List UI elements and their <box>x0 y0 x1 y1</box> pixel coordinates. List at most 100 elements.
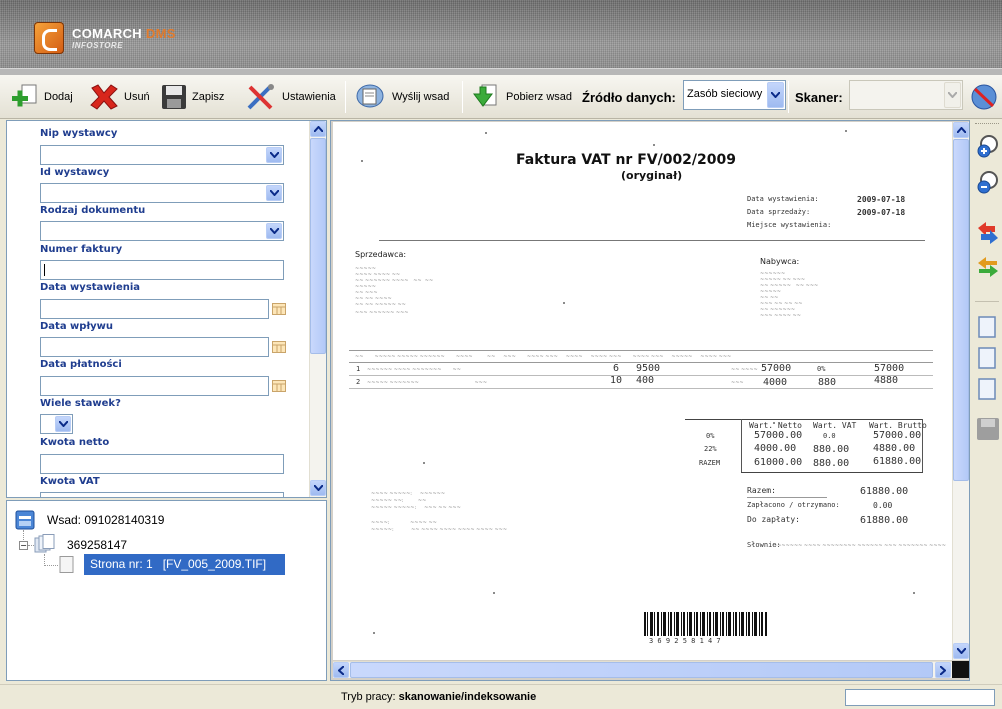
add-button-label: Dodaj <box>44 91 73 103</box>
scroll-left-icon[interactable] <box>333 662 349 678</box>
nip-select[interactable] <box>40 145 284 165</box>
summary-header: Wart. Netto <box>749 421 802 430</box>
rotate-icon[interactable] <box>975 220 1001 246</box>
issue-date-input[interactable] <box>40 299 269 319</box>
page-node-selected[interactable]: Strona nr: 1 [FV_005_2009.TIF] <box>84 554 285 575</box>
summary-header: Wart. Brutto <box>869 421 927 430</box>
field-label: Id wystawcy <box>40 167 110 178</box>
payment-date-input[interactable] <box>40 376 269 396</box>
total-underline <box>747 497 827 498</box>
field-label: Wiele stawek? <box>40 398 121 409</box>
add-button[interactable]: Dodaj <box>10 75 73 119</box>
multiple-rates-select[interactable] <box>40 414 73 434</box>
batch-tree-panel: Wsad: 091028140319 − 369258147 Strona nr… <box>6 500 327 681</box>
send-globe-icon <box>356 84 384 108</box>
item-qty: 10 <box>610 375 623 386</box>
field-label: Data płatności <box>40 359 122 370</box>
barcode-icon <box>644 612 767 636</box>
scroll-right-icon[interactable] <box>935 662 951 678</box>
chevron-down-icon[interactable] <box>767 82 784 108</box>
zoom-out-icon[interactable] <box>975 170 1001 196</box>
sale-date-label: Data sprzedaży: <box>747 208 811 216</box>
comarch-logo-icon <box>34 22 64 54</box>
summary-vat: 880.00 <box>813 444 850 455</box>
settings-button[interactable]: Ustawienia <box>244 75 336 119</box>
summary-rate: 0% <box>706 432 715 440</box>
chevron-down-icon[interactable] <box>266 147 282 163</box>
send-batch-button[interactable]: Wyślij wsad <box>354 75 449 119</box>
chevron-down-icon[interactable] <box>55 416 71 432</box>
batch-node-label[interactable]: Wsad: 091028140319 <box>47 513 164 527</box>
page-icon <box>59 556 74 573</box>
swap-icon[interactable] <box>975 254 1001 280</box>
document-type-select[interactable] <box>40 221 284 241</box>
place-label: Miejsce wystawienia: <box>747 221 832 229</box>
collapse-icon[interactable]: − <box>19 541 28 550</box>
invoice-subtitle: (oryginał) <box>621 169 683 182</box>
scan-noise <box>913 592 915 594</box>
scroll-thumb[interactable] <box>350 662 933 678</box>
work-mode: Tryb pracy: skanowanie/indeksowanie <box>341 691 536 703</box>
data-source-value: Zasób sieciowy <box>687 88 763 100</box>
net-amount-input[interactable] <box>40 454 284 474</box>
invoice-title: Faktura VAT nr FV/002/2009 <box>516 152 737 168</box>
scroll-up-icon[interactable] <box>310 121 326 137</box>
scroll-up-icon[interactable] <box>953 122 969 138</box>
form-scrollbar[interactable] <box>309 121 326 497</box>
viewer-vscrollbar[interactable] <box>952 122 969 660</box>
calendar-icon[interactable] <box>272 380 286 392</box>
save-page-icon[interactable] <box>975 416 1001 442</box>
scanner-settings-button[interactable] <box>970 75 998 119</box>
floppy-disk-icon <box>162 85 186 109</box>
header-divider <box>0 68 1002 75</box>
summary-net: 61000.00 <box>754 457 803 468</box>
index-form-panel: Nip wystawcy Id wystawcy Rodzaj dokument… <box>6 120 327 498</box>
field-label: Data wpływu <box>40 321 114 332</box>
page-node-label: Strona nr: 1 [FV_005_2009.TIF] <box>90 557 267 571</box>
scroll-down-icon[interactable] <box>310 480 326 496</box>
calendar-icon[interactable] <box>272 303 286 315</box>
summary-rule <box>685 419 923 420</box>
fetch-batch-button[interactable]: Pobierz wsad <box>470 75 572 119</box>
issuer-id-select[interactable] <box>40 183 284 203</box>
work-mode-label: Tryb pracy: <box>341 691 396 703</box>
to-pay-label: Do zapłaty: <box>747 515 800 524</box>
page-width-icon[interactable] <box>975 345 1001 371</box>
field-label: Kwota netto <box>40 437 110 448</box>
summary-net: 57000.00 <box>754 430 803 441</box>
chevron-down-icon[interactable] <box>266 185 282 201</box>
scanner-select[interactable] <box>849 80 963 110</box>
toolbar-separator <box>462 81 463 113</box>
to-pay-value: 61880.00 <box>860 515 909 526</box>
fetch-batch-label: Pobierz wsad <box>506 91 573 103</box>
invoice-number-input[interactable] <box>40 260 284 280</box>
document-node-label[interactable]: 369258147 <box>67 538 127 552</box>
send-batch-label: Wyślij wsad <box>392 91 450 103</box>
delete-button[interactable]: Usuń <box>88 75 150 119</box>
receipt-date-input[interactable] <box>40 337 269 357</box>
calendar-icon[interactable] <box>272 341 286 353</box>
paid-label: Zapłacono / otrzymano: <box>747 501 840 509</box>
scan-noise <box>485 132 487 134</box>
delete-x-icon <box>90 84 118 110</box>
scroll-thumb[interactable] <box>953 139 969 481</box>
scroll-down-icon[interactable] <box>953 643 969 659</box>
scanner-globe-icon <box>971 84 997 110</box>
data-source-select[interactable]: Zasób sieciowy <box>683 80 786 110</box>
scroll-thumb[interactable] <box>310 138 326 354</box>
chevron-down-icon[interactable] <box>944 82 961 108</box>
scan-noise <box>361 160 363 162</box>
zoom-in-icon[interactable] <box>975 134 1001 160</box>
header-rule <box>379 240 925 241</box>
page-view-icon[interactable] <box>975 314 1001 340</box>
page-fit-icon[interactable] <box>975 376 1001 402</box>
vat-amount-input[interactable] <box>40 492 284 497</box>
save-button[interactable]: Zapisz <box>160 75 224 119</box>
viewer-hscrollbar[interactable] <box>333 661 952 678</box>
text-caret <box>44 264 45 276</box>
chevron-down-icon[interactable] <box>266 223 282 239</box>
total-value: 61880.00 <box>860 486 909 497</box>
summary-vat: 880.00 <box>813 458 850 469</box>
status-bar: Tryb pracy: skanowanie/indeksowanie <box>0 684 1002 709</box>
summary-rate: RAZEM <box>699 459 721 467</box>
